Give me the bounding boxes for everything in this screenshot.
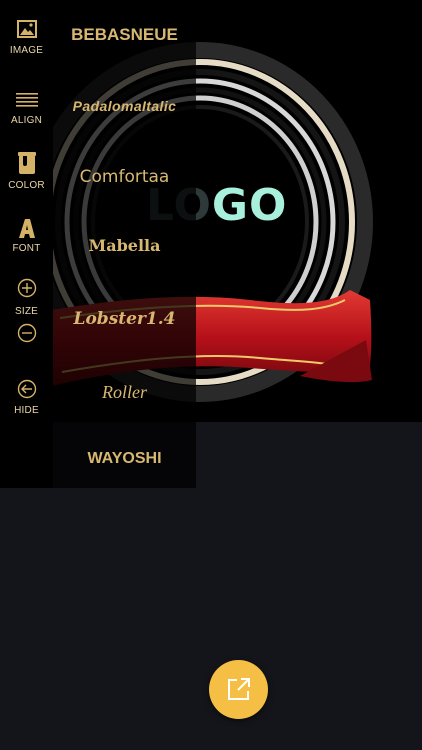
font-option-mabella[interactable]: Mabella — [53, 238, 196, 254]
font-option-lobster[interactable]: Lobster1.4 — [53, 311, 196, 328]
color-tool[interactable]: COLOR — [0, 151, 53, 191]
font-list: BEBASNEUE PadalomaItalic Comfortaa Mabel… — [53, 0, 196, 488]
font-option-bebasneue[interactable]: BEBASNEUE — [53, 26, 196, 43]
hide-label: HIDE — [14, 405, 39, 416]
size-decrease-icon[interactable] — [17, 323, 37, 343]
align-tool[interactable]: ALIGN — [0, 93, 53, 126]
align-label: ALIGN — [10, 115, 42, 126]
font-tool[interactable]: FONT — [0, 218, 53, 254]
image-label: IMAGE — [9, 45, 44, 56]
logo-text-part2: GO — [211, 180, 288, 231]
font-option-wayoshi[interactable]: WAYOSHI — [53, 451, 196, 467]
share-icon — [228, 678, 250, 700]
font-option-roller[interactable]: Roller — [53, 383, 196, 401]
share-button[interactable] — [209, 660, 268, 719]
size-increase-icon[interactable] — [17, 278, 37, 298]
image-icon — [16, 20, 37, 38]
size-tool: SIZE — [0, 278, 53, 343]
size-label: SIZE — [14, 306, 39, 317]
align-icon — [15, 93, 38, 107]
font-icon — [18, 219, 35, 238]
image-tool[interactable]: IMAGE — [0, 20, 53, 56]
paint-bucket-icon — [17, 152, 36, 174]
font-option-comfortaa[interactable]: Comfortaa — [53, 169, 196, 186]
hide-tool[interactable]: HIDE — [0, 379, 53, 416]
color-label: COLOR — [8, 180, 45, 191]
font-option-padalomaitalic[interactable]: PadalomaItalic — [53, 99, 196, 113]
tool-sidebar: IMAGE ALIGN COLOR FONT SIZE HIDE — [0, 0, 53, 488]
font-label: FONT — [12, 243, 41, 254]
back-arrow-icon — [17, 379, 36, 399]
